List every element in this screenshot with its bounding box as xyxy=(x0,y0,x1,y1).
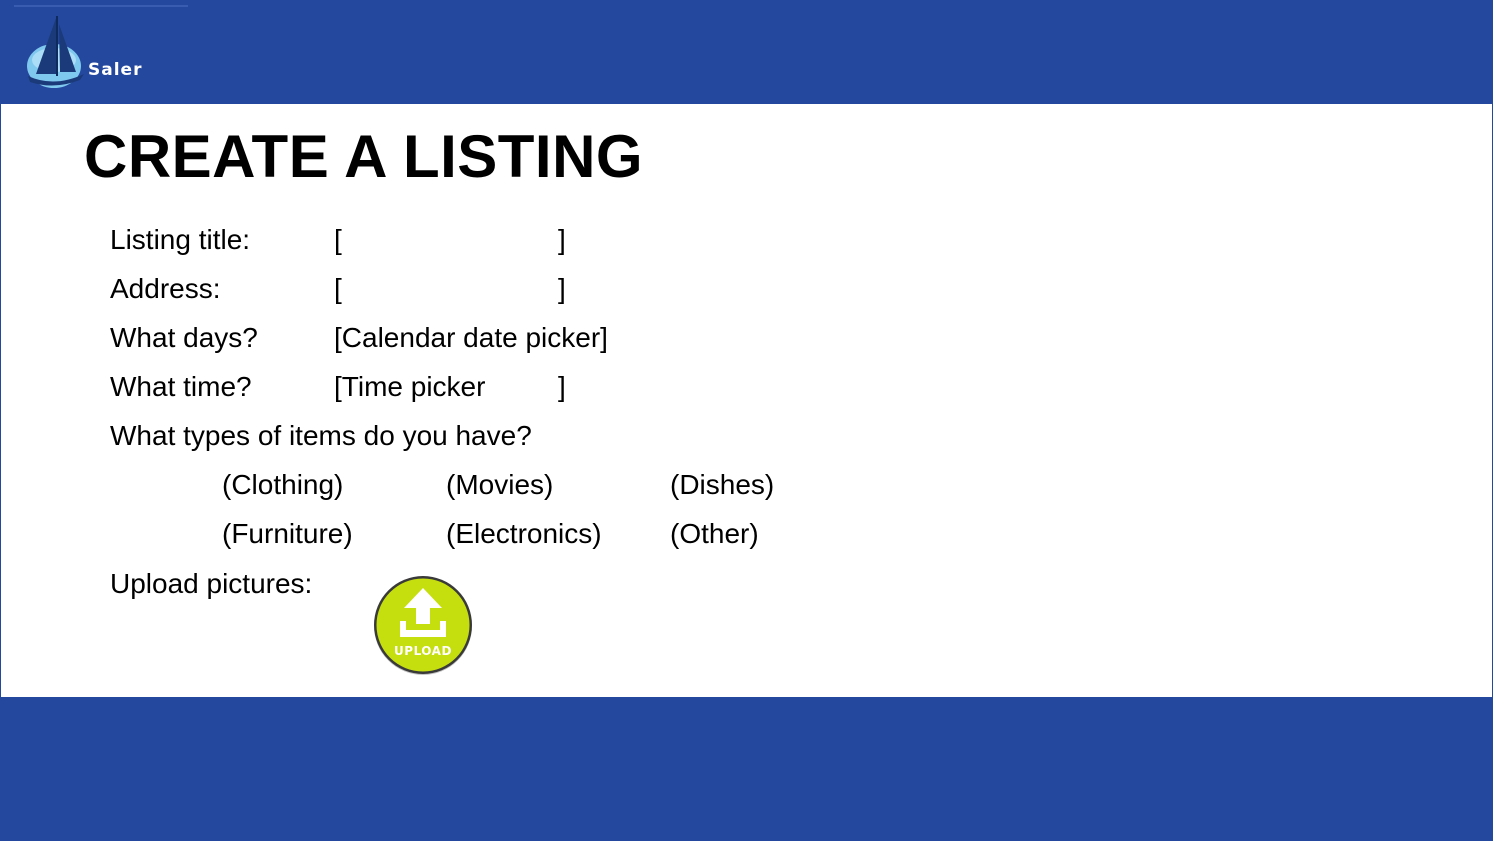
listing-title-label: Listing title: xyxy=(110,224,251,255)
sailboat-icon xyxy=(27,16,84,88)
header-divider xyxy=(14,5,188,7)
logo[interactable]: Saler xyxy=(24,16,154,88)
bracket-close: ] xyxy=(558,224,566,255)
footer-bar xyxy=(0,697,1493,841)
option-electronics[interactable]: (Electronics) xyxy=(446,518,602,550)
item-types-label: What types of items do you have? xyxy=(110,420,532,451)
bracket-open: [ xyxy=(334,273,342,304)
days-label: What days? xyxy=(110,322,258,353)
time-picker-value: [Time picker xyxy=(334,371,486,402)
option-movies[interactable]: (Movies) xyxy=(446,469,553,501)
address-input[interactable]: [ ] xyxy=(334,273,570,307)
listing-title-input[interactable]: [ ] xyxy=(334,224,570,258)
bracket-open: [ xyxy=(334,224,342,255)
logo-text: Saler xyxy=(88,60,143,80)
upload-button[interactable]: UPLOAD xyxy=(372,574,474,676)
upload-label: Upload pictures: xyxy=(110,568,313,599)
header-bar: Saler xyxy=(0,0,1493,104)
time-picker[interactable]: [Time picker ] xyxy=(334,371,570,405)
bracket-close: ] xyxy=(558,273,566,304)
upload-button-label: UPLOAD xyxy=(394,644,452,658)
page-title: CREATE A LISTING xyxy=(84,123,644,190)
calendar-date-picker[interactable]: [Calendar date picker] xyxy=(334,322,608,354)
option-clothing[interactable]: (Clothing) xyxy=(222,469,343,501)
option-dishes[interactable]: (Dishes) xyxy=(670,469,774,501)
option-furniture[interactable]: (Furniture) xyxy=(222,518,353,550)
upload-arrow-icon xyxy=(374,576,472,675)
bracket-close: ] xyxy=(558,371,566,402)
address-label: Address: xyxy=(110,273,221,304)
time-label: What time? xyxy=(110,371,252,402)
option-other[interactable]: (Other) xyxy=(670,518,759,550)
